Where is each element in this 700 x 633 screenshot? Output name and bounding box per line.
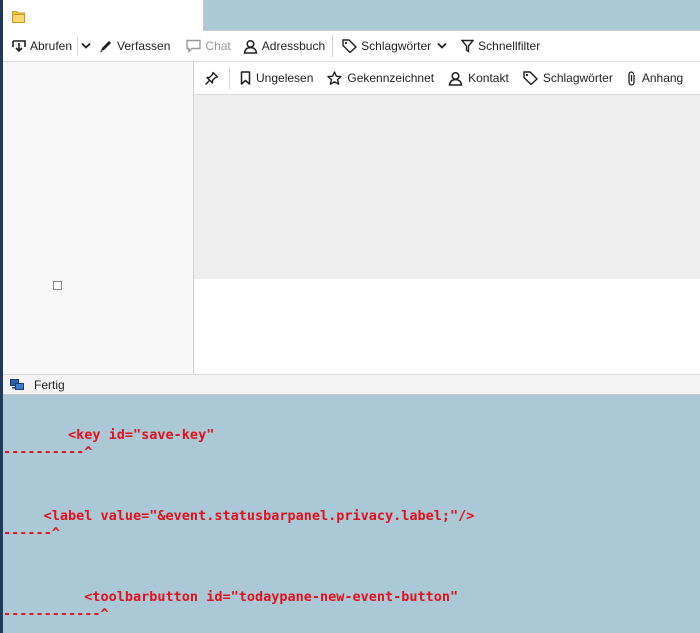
folder-icon — [12, 11, 25, 23]
error-caret-line: ------------^ — [3, 606, 109, 622]
filter-unread-label: Ungelesen — [256, 71, 314, 85]
chevron-down-icon — [437, 42, 447, 49]
placeholder-box — [53, 281, 62, 290]
pin-icon — [204, 71, 219, 85]
get-mail-dropdown[interactable] — [78, 34, 94, 58]
tag-icon — [342, 39, 358, 53]
contact-icon — [448, 71, 463, 86]
quick-filter-label: Schnellfilter — [478, 39, 541, 53]
network-status-icon — [10, 378, 24, 390]
quick-filter-button[interactable]: Schnellfilter — [456, 34, 545, 58]
get-mail-button[interactable]: Abrufen — [7, 34, 77, 58]
tab-bar — [3, 0, 700, 31]
sticky-filter-button[interactable] — [197, 66, 226, 90]
chat-button[interactable]: Chat — [181, 34, 235, 58]
contact-icon — [243, 39, 258, 54]
star-icon — [327, 70, 343, 85]
parse-error-area: <key id="save-key" ----------^ <label va… — [3, 395, 700, 633]
quick-filter-bar: Ungelesen Gekennzeichnet Kontakt Schlagw… — [194, 62, 700, 95]
filter-attachment-button[interactable]: Anhang — [620, 66, 690, 90]
status-bar: Fertig — [3, 374, 700, 395]
address-book-button[interactable]: Adressbuch — [238, 34, 330, 58]
error-caret-line: ----------^ — [3, 444, 93, 460]
chevron-down-icon — [81, 42, 91, 49]
message-pane[interactable] — [194, 279, 700, 374]
filter-starred-label: Gekennzeichnet — [347, 71, 435, 85]
tab-mail-folder[interactable] — [3, 0, 204, 31]
filter-unread-button[interactable]: Ungelesen — [233, 66, 320, 90]
write-label: Verfassen — [117, 39, 171, 53]
chat-bubble-icon — [186, 39, 202, 53]
thread-pane[interactable] — [194, 95, 700, 279]
filter-attachment-label: Anhang — [641, 71, 684, 85]
bookmark-icon — [240, 71, 251, 85]
folder-pane[interactable] — [3, 62, 194, 374]
status-text: Fertig — [34, 377, 65, 392]
error-code-line: <toolbarbutton id="todaypane-new-event-b… — [3, 589, 459, 605]
filter-tags-label: Schlagwörter — [542, 71, 613, 85]
error-caret-line: ------^ — [3, 525, 60, 541]
address-book-label: Adressbuch — [261, 39, 326, 53]
filter-separator — [229, 67, 230, 89]
download-icon — [12, 40, 26, 53]
paperclip-icon — [628, 70, 635, 86]
filter-tags-button[interactable]: Schlagwörter — [516, 66, 620, 90]
get-mail-label: Abrufen — [30, 39, 73, 53]
tag-icon — [523, 71, 538, 85]
error-code-line: <label value="&event.statusbarpanel.priv… — [3, 508, 475, 524]
write-button[interactable]: Verfassen — [94, 34, 175, 58]
filter-starred-button[interactable]: Gekennzeichnet — [320, 66, 441, 90]
error-code-line: <key id="save-key" — [3, 427, 215, 443]
chat-label: Chat — [205, 39, 231, 53]
filter-icon — [461, 39, 475, 53]
tags-label: Schlagwörter — [361, 39, 432, 53]
toolbar-separator — [332, 35, 334, 57]
tags-button[interactable]: Schlagwörter — [337, 34, 452, 58]
filter-contact-button[interactable]: Kontakt — [441, 66, 516, 90]
main-toolbar: Abrufen Verfassen Chat Adressbuch Schlag… — [3, 31, 700, 62]
filter-contact-label: Kontakt — [468, 71, 509, 85]
pencil-icon — [100, 41, 112, 53]
